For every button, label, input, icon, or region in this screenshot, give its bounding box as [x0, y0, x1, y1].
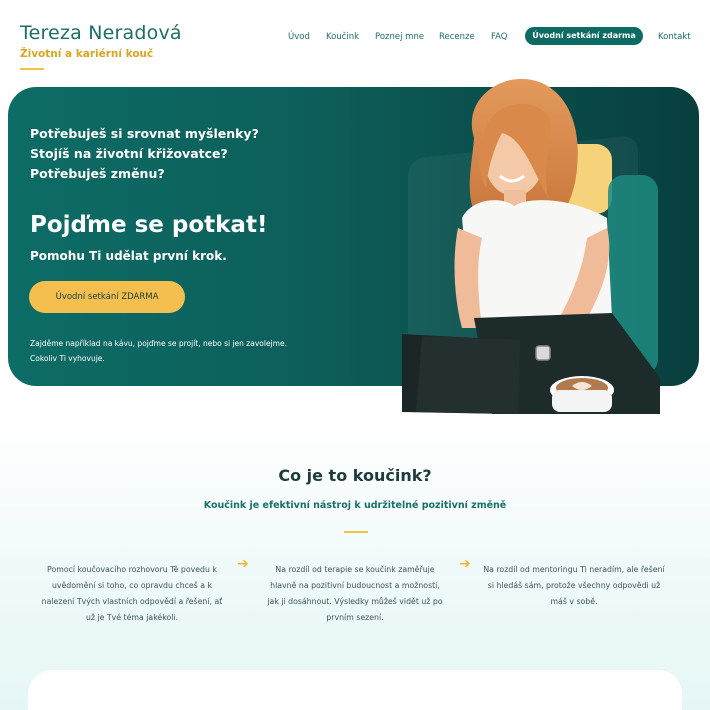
section-title: Co je to koučink?: [278, 466, 432, 485]
arrow-right-icon: ➔: [459, 556, 471, 572]
section-underline: [344, 531, 368, 533]
column-line: už je Tvé téma jakékoli.: [85, 613, 179, 622]
hero-title: Pojďme se potkat!: [30, 212, 268, 238]
hero-question-2: Stojíš na životní křižovatce?: [30, 146, 228, 161]
nav-item-recenze[interactable]: Recenze: [439, 32, 475, 42]
nav-cta-button[interactable]: Úvodní setkání zdarma: [525, 27, 643, 45]
hero-note-line-2: Cokoliv Ti vyhovuje.: [30, 354, 105, 363]
nav-item-faq[interactable]: FAQ: [491, 32, 507, 42]
brand-tagline: Životní a kariérní kouč: [20, 48, 154, 60]
next-section-card: [28, 670, 682, 710]
hero-cta-button[interactable]: Úvodní setkání ZDARMA: [29, 281, 185, 313]
column-line: Pomocí koučovacího rozhovoru Tě povedu k: [47, 565, 217, 574]
brand-underline: [20, 68, 44, 70]
column-line: prvním sezení.: [326, 613, 384, 622]
column-line: hlavně na pozitivní budoucnost a možnost…: [270, 581, 440, 590]
section-subtitle: Koučink je efektivní nástroj k udržiteln…: [203, 500, 507, 511]
coaching-column-3: Na rozdíl od mentoringu Ti neradím, ale …: [480, 562, 668, 610]
nav-item-koucink[interactable]: Koučink: [326, 32, 359, 42]
column-line: uvědomění si toho, co opravdu chceš a k: [51, 581, 213, 590]
hero-subtitle: Pomohu Ti udělat první krok.: [30, 249, 227, 263]
coach-photo: [402, 78, 660, 414]
hero-question-1: Potřebuješ si srovnat myšlenky?: [30, 126, 259, 141]
column-line: jak ji dosáhnout. Výsledky můžeš vidět u…: [267, 597, 443, 606]
column-line: Na rozdíl od terapie se koučink zaměřuje: [275, 565, 435, 574]
column-line: Na rozdíl od mentoringu Ti neradím, ale …: [483, 565, 665, 574]
column-line: máš v sobě.: [550, 597, 598, 606]
nav-item-kontakt[interactable]: Kontakt: [658, 32, 691, 42]
hero-note-line-1: Zajděme například na kávu, pojďme se pro…: [30, 339, 287, 348]
nav-item-poznej-mne[interactable]: Poznej mne: [375, 32, 424, 42]
column-line: nalezení Tvých vlastních odpovědí a řeše…: [41, 597, 223, 606]
column-line: si hledáš sám, protože všechny odpovědi …: [487, 581, 661, 590]
coaching-column-1: Pomocí koučovacího rozhovoru Tě povedu k…: [38, 562, 226, 626]
hero-question-3: Potřebuješ změnu?: [30, 166, 165, 181]
nav-item-uvod[interactable]: Úvod: [288, 32, 310, 42]
coaching-column-2: Na rozdíl od terapie se koučink zaměřuje…: [261, 562, 449, 626]
arrow-right-icon: ➔: [237, 556, 249, 572]
main-nav: Úvod Koučink Poznej mne Recenze FAQ Úvod…: [0, 27, 710, 47]
